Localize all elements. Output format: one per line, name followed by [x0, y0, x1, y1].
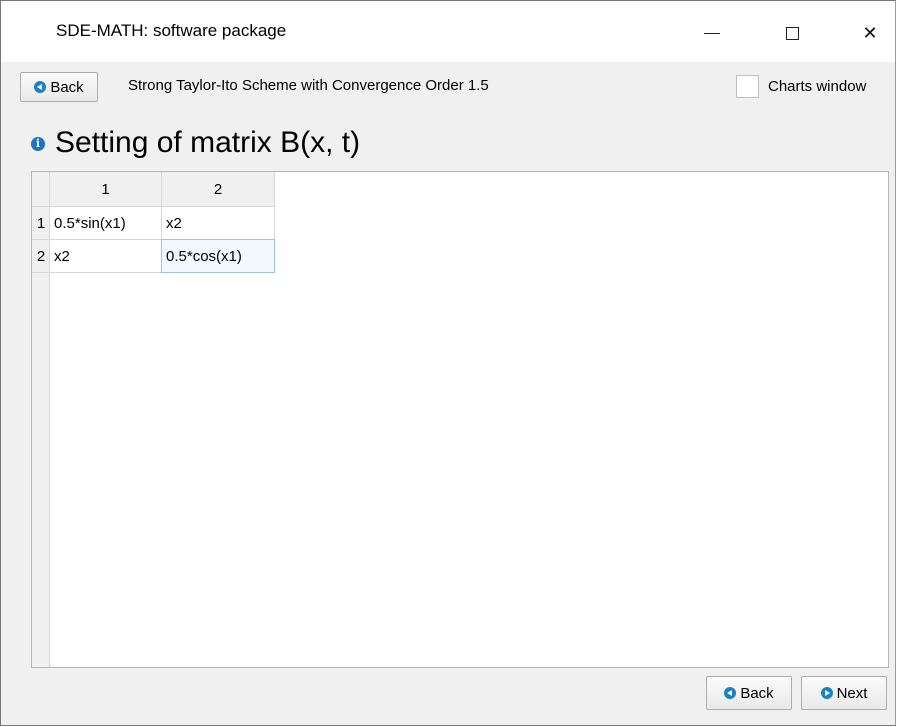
minimize-icon — [704, 32, 720, 34]
column-header-1[interactable]: 1 — [50, 172, 162, 207]
maximize-icon — [785, 26, 799, 40]
toolbar-back-label: Back — [50, 78, 84, 96]
cell-2-1[interactable]: x2 — [50, 240, 162, 273]
table-corner[interactable] — [32, 172, 50, 207]
arrow-left-circle-icon — [34, 81, 47, 93]
close-button[interactable]: ✕ — [847, 13, 893, 53]
column-header-2[interactable]: 2 — [162, 172, 275, 207]
title-bar[interactable]: SDE-MATH: software package ✕ — [1, 1, 895, 62]
page-heading: Setting of matrix B(x, t) — [55, 126, 361, 159]
cell-1-2[interactable]: x2 — [162, 207, 275, 240]
back-button[interactable]: Back — [706, 676, 792, 710]
arrow-right-circle-icon — [820, 687, 833, 699]
next-button-label: Next — [836, 684, 868, 702]
minimize-button[interactable] — [689, 13, 735, 53]
arrow-left-circle-icon — [724, 687, 737, 699]
row-header-gutter — [32, 207, 50, 667]
toolbar-back-button[interactable]: Back — [20, 72, 98, 102]
row-header-2[interactable]: 2 — [32, 240, 50, 273]
info-icon: i — [31, 137, 45, 151]
charts-window-label[interactable]: Charts window — [768, 78, 866, 95]
close-icon: ✕ — [862, 22, 878, 43]
charts-window-checkbox[interactable] — [736, 75, 759, 98]
maximize-button[interactable] — [769, 13, 815, 53]
next-button[interactable]: Next — [801, 676, 887, 710]
app-window: SDE-MATH: software package ✕ Back Strong… — [0, 0, 896, 726]
row-header-1[interactable]: 1 — [32, 207, 50, 240]
window-title: SDE-MATH: software package — [56, 21, 287, 40]
matrix-table[interactable]: 1 2 1 2 0.5*sin(x1) x2 x2 0.5*cos(x1) — [31, 171, 889, 668]
back-button-label: Back — [740, 684, 774, 702]
scheme-title: Strong Taylor-Ito Scheme with Convergenc… — [128, 77, 489, 94]
cell-2-2[interactable]: 0.5*cos(x1) — [161, 239, 275, 273]
cell-1-1[interactable]: 0.5*sin(x1) — [50, 207, 162, 240]
